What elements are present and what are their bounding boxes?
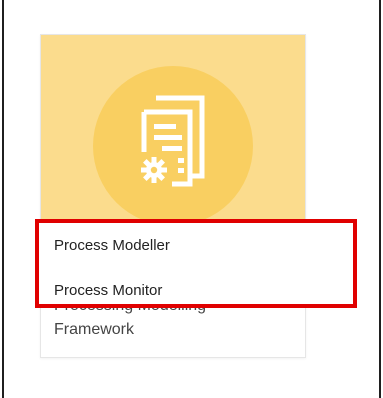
menu-item-process-modeller[interactable]: Process Modeller	[54, 237, 170, 254]
window-edge-left	[2, 0, 4, 398]
processing-modelling-framework-tile[interactable]: Processing Modelling Framework	[40, 34, 306, 358]
tile-context-menu: Process Modeller Process Monitor	[34, 219, 356, 307]
process-document-gear-icon	[141, 95, 205, 187]
menu-item-process-monitor[interactable]: Process Monitor	[54, 282, 162, 299]
window-edge-right	[379, 0, 381, 398]
tile-banner	[41, 35, 305, 226]
tile-icon-circle	[93, 66, 253, 226]
tile-caption-line2: Framework	[54, 321, 135, 338]
